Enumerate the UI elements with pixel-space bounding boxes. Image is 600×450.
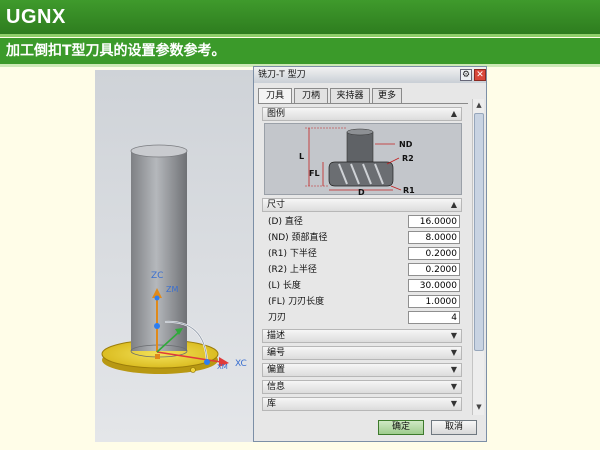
label-r1: R1 xyxy=(403,186,415,195)
flutes-field[interactable] xyxy=(408,311,460,324)
slide-subtitle: 加工倒扣T型刀具的设置参数参考。 xyxy=(0,38,600,64)
zc-label: ZC xyxy=(151,271,163,281)
section-dimensions-label: 尺寸 xyxy=(267,200,286,210)
param-flutes-label: 刀刃 xyxy=(268,313,287,323)
section-number-label: 编号 xyxy=(267,348,286,358)
chevron-up-icon[interactable]: ▲ xyxy=(451,199,457,211)
close-icon[interactable]: ✕ xyxy=(474,69,486,81)
param-row: (FL) 刀刃长度 xyxy=(266,295,462,309)
zm-label: ZM xyxy=(166,285,178,294)
chevron-down-icon[interactable]: ▼ xyxy=(451,398,457,410)
xm-label: XM xyxy=(217,363,228,371)
label-l: L xyxy=(299,152,304,161)
section-legend[interactable]: 图例 ▲ xyxy=(262,107,462,121)
tab-divider xyxy=(258,103,468,104)
slide-title: UGNX xyxy=(0,0,600,34)
dialog-titlebar[interactable]: 铣刀-T 型刀 ⚙ ✕ xyxy=(254,67,486,83)
scroll-up-icon[interactable]: ▲ xyxy=(474,100,484,110)
lower-radius-field[interactable] xyxy=(408,247,460,260)
section-info[interactable]: 信息 ▼ xyxy=(262,380,462,394)
section-description-label: 描述 xyxy=(267,331,286,341)
tab-holder-shank[interactable]: 刀柄 xyxy=(294,88,328,103)
param-row: (R2) 上半径 xyxy=(266,263,462,277)
param-row: (L) 长度 xyxy=(266,279,462,293)
scroll-down-icon[interactable]: ▼ xyxy=(474,402,484,412)
section-info-label: 信息 xyxy=(267,382,286,392)
dialog-scrollbar[interactable]: ▲ ▼ xyxy=(472,99,484,415)
flute-length-field[interactable] xyxy=(408,295,460,308)
chevron-down-icon[interactable]: ▼ xyxy=(451,330,457,342)
handle-z-icon[interactable] xyxy=(154,295,160,301)
param-neck-diameter-label: (ND) 颈部直径 xyxy=(268,233,328,243)
ok-button[interactable]: 确定 xyxy=(378,420,424,435)
label-r2: R2 xyxy=(402,154,414,163)
header-divider xyxy=(0,34,600,37)
section-library[interactable]: 库 ▼ xyxy=(262,397,462,411)
param-diameter-label: (D) 直径 xyxy=(268,217,303,227)
chevron-down-icon[interactable]: ▼ xyxy=(451,381,457,393)
diameter-field[interactable] xyxy=(408,215,460,228)
section-offset-label: 偏置 xyxy=(267,365,286,375)
param-row: 刀刃 xyxy=(266,311,462,325)
label-fl: FL xyxy=(309,169,320,178)
origin-marker-icon[interactable] xyxy=(155,354,160,359)
param-row: (R1) 下半径 xyxy=(266,247,462,261)
tool-diagram-svg: ND R2 L FL D R1 xyxy=(299,127,415,197)
tab-holder[interactable]: 夹持器 xyxy=(330,88,370,103)
xc-label: XC xyxy=(235,359,247,369)
handle-x-icon[interactable] xyxy=(204,359,210,365)
model-viewport[interactable]: ZC ZM XC XM xyxy=(95,70,257,442)
scroll-thumb[interactable] xyxy=(474,113,484,351)
chevron-down-icon[interactable]: ▼ xyxy=(451,347,457,359)
tool-dialog: 铣刀-T 型刀 ⚙ ✕ 刀具 刀柄 夹持器 更多 图例 ▲ ND R2 L FL… xyxy=(253,66,487,442)
param-lower-radius-label: (R1) 下半径 xyxy=(268,249,317,259)
length-field[interactable] xyxy=(408,279,460,292)
cancel-button[interactable]: 取消 xyxy=(431,420,477,435)
section-description[interactable]: 描述 ▼ xyxy=(262,329,462,343)
dialog-title: 铣刀-T 型刀 xyxy=(258,70,306,80)
handle-origin-icon[interactable] xyxy=(190,367,196,373)
param-length-label: (L) 长度 xyxy=(268,281,301,291)
tool-diagram: ND R2 L FL D R1 xyxy=(264,123,462,197)
neck-diameter-field[interactable] xyxy=(408,231,460,244)
tab-more[interactable]: 更多 xyxy=(372,88,402,103)
section-library-label: 库 xyxy=(267,399,277,409)
settings-gear-icon[interactable]: ⚙ xyxy=(460,69,472,81)
chevron-up-icon[interactable]: ▲ xyxy=(451,108,457,120)
label-nd: ND xyxy=(399,140,413,149)
section-offset[interactable]: 偏置 ▼ xyxy=(262,363,462,377)
param-flute-length-label: (FL) 刀刃长度 xyxy=(268,297,325,307)
param-upper-radius-label: (R2) 上半径 xyxy=(268,265,317,275)
handle-top-icon[interactable] xyxy=(154,323,160,329)
model-graphics: ZC ZM XC XM xyxy=(101,144,247,374)
section-number[interactable]: 编号 ▼ xyxy=(262,346,462,360)
param-row: (D) 直径 xyxy=(266,215,462,229)
section-legend-label: 图例 xyxy=(267,109,286,119)
upper-radius-field[interactable] xyxy=(408,263,460,276)
section-dimensions[interactable]: 尺寸 ▲ xyxy=(262,198,462,212)
tab-tool[interactable]: 刀具 xyxy=(258,88,292,104)
label-d: D xyxy=(358,188,365,196)
param-row: (ND) 颈部直径 xyxy=(266,231,462,245)
chevron-down-icon[interactable]: ▼ xyxy=(451,364,457,376)
